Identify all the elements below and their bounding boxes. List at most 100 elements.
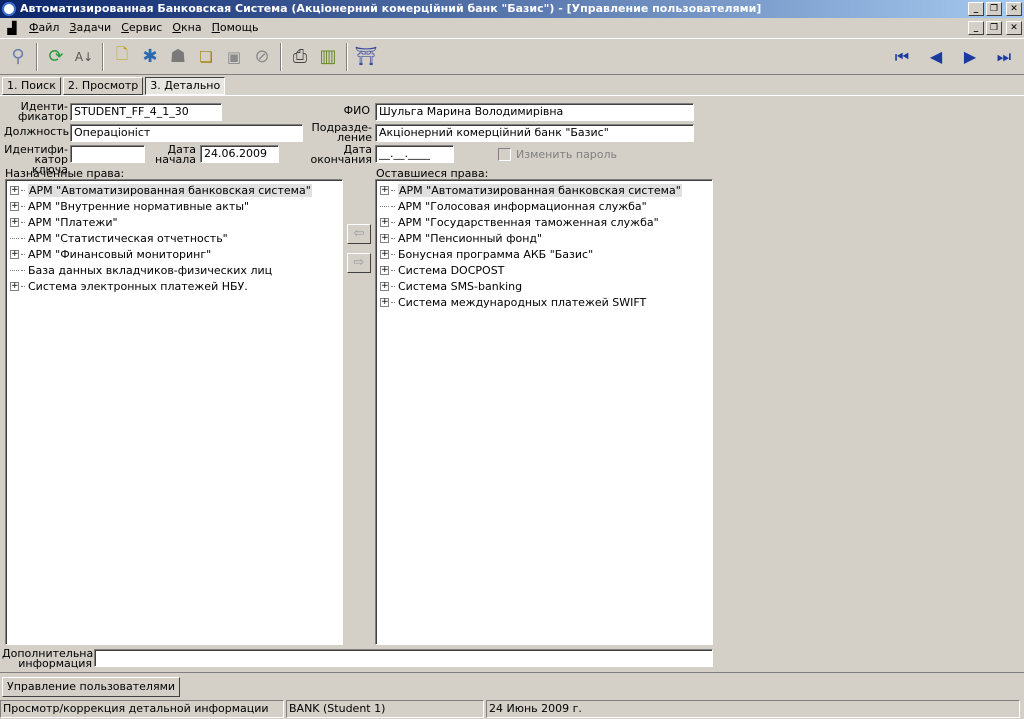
tree-item[interactable]: + АРМ "Пенсионный фонд" [380,230,708,246]
tree-connector [21,253,25,255]
change-password-checkbox[interactable]: Изменить пароль [498,148,617,161]
menu-bar: ▟ Файл Задачи Сервис Окна Помощь _ ❐ ✕ [0,18,1024,37]
tree-item[interactable]: + Система электронных платежей НБУ. [10,278,338,294]
chart-icon[interactable]: ▥ [314,42,342,72]
expand-icon[interactable]: + [380,217,389,227]
tab-detail[interactable]: 3. Детально [145,77,226,95]
window-controls: _ ❐ ✕ [968,2,1022,16]
expand-icon[interactable]: + [380,297,389,307]
tab-view[interactable]: 2. Просмотр [62,77,144,95]
menu-file[interactable]: Файл [24,21,64,34]
key-identifier-field[interactable] [70,145,145,163]
expand-icon[interactable]: + [10,217,19,227]
record-navigation: ⏮ ◀ ▶ ⏭ [888,42,1018,72]
menu-help[interactable]: Помощь [207,21,264,34]
menu-tasks[interactable]: Задачи [64,21,116,34]
mdi-restore-icon[interactable]: ❐ [986,20,1002,35]
expand-icon[interactable]: + [380,185,389,195]
tree-item[interactable]: + АРМ "Платежи" [10,214,338,230]
first-record-icon[interactable]: ⏮ [888,42,916,72]
status-date: 24 Июнь 2009 г. [486,700,1020,718]
magnifier-icon[interactable]: ⚲ [4,42,32,72]
move-right-icon[interactable]: ⇨ [347,253,371,273]
toolbar-separator [280,42,282,71]
tree-item-label: Система международных платежей SWIFT [398,295,647,309]
tree-item[interactable]: + АРМ "Автоматизированная банковская сис… [10,182,338,198]
expand-icon[interactable]: + [10,201,19,211]
tree-item-label: АРМ "Голосовая информационная служба" [398,199,647,213]
move-left-icon[interactable]: ⇦ [347,224,371,244]
tree-item[interactable]: АРМ "Голосовая информационная служба" [380,198,708,214]
tools-icon[interactable]: ✱ [136,42,164,72]
user-icon[interactable]: ☗ [164,42,192,72]
tree-connector [380,198,389,207]
tree-item[interactable]: + АРМ "Государственная таможенная служба… [380,214,708,230]
tree-connector [391,189,395,191]
expand-icon[interactable]: + [380,249,389,259]
department-label-line2: ление [337,131,372,144]
cancel-icon[interactable]: ⊘ [248,42,276,72]
print-icon[interactable]: ⎙ [286,42,314,72]
tree-item[interactable]: + Система DOCPOST [380,262,708,278]
next-record-icon[interactable]: ▶ [956,42,984,72]
department-label: Подразде- ление [300,122,372,144]
expand-icon[interactable]: + [380,233,389,243]
close-icon[interactable]: ✕ [1006,2,1022,16]
tree-connector [21,269,25,271]
start-date-field[interactable]: 24.06.2009 [200,145,279,163]
last-record-icon[interactable]: ⏭ [990,42,1018,72]
tree-item[interactable]: + Система SMS-banking [380,278,708,294]
identifier-label: Иденти- фикатор [4,101,68,122]
tree-item[interactable]: + Бонусная программа АКБ "Базис" [380,246,708,262]
expand-icon[interactable]: + [10,249,19,259]
tab-search[interactable]: 1. Поиск [2,77,61,95]
tree-connector [391,205,395,207]
sort-icon[interactable]: A↓ [70,42,98,72]
tree-item[interactable]: + АРМ "Финансовый мониторинг" [10,246,338,262]
start-date-label-line2: начала [155,153,196,166]
remaining-rights-tree[interactable]: + АРМ "Автоматизированная банковская сис… [375,179,713,645]
expand-icon[interactable]: + [10,281,19,291]
window-list-bar: Управление пользователями [0,672,1024,698]
previous-record-icon[interactable]: ◀ [922,42,950,72]
tree-item-label: АРМ "Государственная таможенная служба" [398,215,659,229]
tree-item-label: База данных вкладчиков-физических лиц [28,263,273,277]
tree-item[interactable]: + АРМ "Внутренние нормативные акты" [10,198,338,214]
status-bar: Просмотр/коррекция детальной информации … [0,699,1024,719]
tree-item[interactable]: + Система международных платежей SWIFT [380,294,708,310]
tree-item[interactable]: + АРМ "Автоматизированная банковская сис… [380,182,708,198]
fio-field[interactable]: Шульга Марина Володимирівна [375,103,694,121]
refresh-icon[interactable]: ⟳ [42,42,70,72]
tree-connector [391,253,395,255]
tree-item-label: АРМ "Автоматизированная банковская систе… [398,183,682,197]
tree-item[interactable]: База данных вкладчиков-физических лиц [10,262,338,278]
mdi-close-icon[interactable]: ✕ [1006,20,1022,35]
identifier-field[interactable]: STUDENT_FF_4_1_30 [70,103,222,121]
expand-icon[interactable]: + [380,281,389,291]
tree-connector [21,285,25,287]
position-field[interactable]: Операціоніст [70,124,303,142]
additional-info-field[interactable] [94,649,713,667]
save-icon[interactable]: ▣ [220,42,248,72]
status-mode: Просмотр/коррекция детальной информации [0,700,284,718]
task-user-management[interactable]: Управление пользователями [2,677,181,697]
tree-item-label: АРМ "Финансовый мониторинг" [28,247,212,261]
mdi-minimize-icon[interactable]: _ [968,20,984,35]
copy-icon[interactable]: ❏ [192,42,220,72]
document-window-icon[interactable]: ▟ [4,20,20,36]
minimize-icon[interactable]: _ [968,2,984,16]
menu-service[interactable]: Сервис [116,21,167,34]
expand-icon[interactable]: + [380,265,389,275]
restore-icon[interactable]: ❐ [986,2,1002,16]
department-field[interactable]: Акціонерний комерційний банк "Базис" [375,124,694,142]
menu-windows[interactable]: Окна [167,21,206,34]
door-exit-icon[interactable]: ⛩ [352,42,380,72]
checkbox-box[interactable] [498,148,511,161]
expand-icon[interactable]: + [10,185,19,195]
tree-item[interactable]: АРМ "Статистическая отчетность" [10,230,338,246]
new-document-icon[interactable]: 🗋 [108,42,136,72]
end-date-field[interactable]: __.__.____ [375,145,454,163]
app-icon [2,2,16,16]
assigned-rights-tree[interactable]: + АРМ "Автоматизированная банковская сис… [5,179,343,645]
additional-info-label-line2: информация [18,657,92,670]
